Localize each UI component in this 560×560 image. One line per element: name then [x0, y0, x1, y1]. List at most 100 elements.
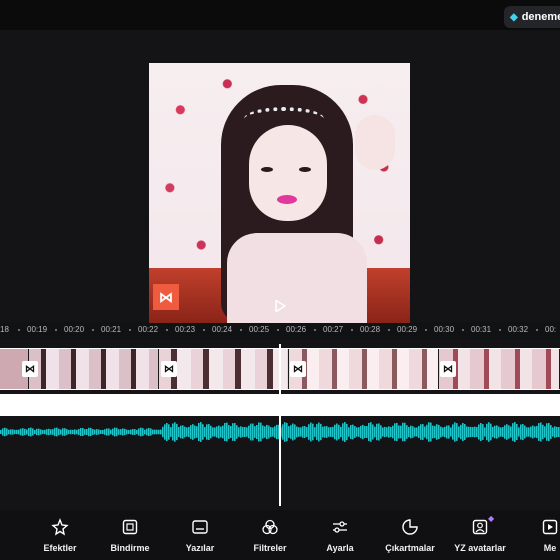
- play-button[interactable]: [270, 296, 290, 316]
- ruler-tick-dot: [462, 329, 464, 331]
- waveform-bar: [92, 429, 94, 435]
- waveform-bar: [204, 427, 206, 437]
- waveform-bar: [490, 423, 492, 441]
- effects-button[interactable]: Efektler: [28, 518, 92, 553]
- effects-star-icon: [51, 518, 69, 536]
- waveform-bar: [116, 427, 118, 437]
- media-button[interactable]: Me: [518, 518, 560, 553]
- stickers-button[interactable]: Çıkartmalar: [378, 518, 442, 553]
- waveform-bar: [174, 422, 176, 442]
- waveform-bar: [534, 426, 536, 438]
- waveform-bar: [164, 424, 166, 440]
- waveform-bar: [558, 426, 560, 438]
- waveform-bar: [404, 422, 406, 442]
- overlay-icon: [122, 519, 138, 535]
- waveform-bar: [218, 425, 220, 439]
- text-button[interactable]: Yazılar: [168, 518, 232, 553]
- waveform-bar: [10, 429, 12, 435]
- waveform-bar: [500, 427, 502, 437]
- ruler-tick-label: 00:32: [508, 325, 529, 334]
- waveform-bar: [66, 429, 68, 435]
- waveform-bar: [80, 428, 82, 436]
- waveform-bar: [246, 427, 248, 437]
- waveform-bar: [320, 423, 322, 441]
- transition-icon[interactable]: ⋈: [440, 361, 456, 377]
- video-preview[interactable]: ⋈: [149, 63, 410, 323]
- waveform-bar: [540, 422, 542, 442]
- waveform-bar: [226, 422, 228, 442]
- waveform-bar: [362, 424, 364, 440]
- trial-badge[interactable]: ◆ deneme: [504, 6, 560, 28]
- waveform-bar: [412, 426, 414, 438]
- waveform-bar: [550, 425, 552, 439]
- person-face: [249, 125, 327, 221]
- waveform-bar: [506, 424, 508, 440]
- waveform-bar: [454, 422, 456, 442]
- person-body: [227, 233, 367, 323]
- waveform-bar: [252, 423, 254, 441]
- waveform-bar: [184, 426, 186, 438]
- transition-icon[interactable]: ⋈: [161, 361, 177, 377]
- waveform-bar: [82, 427, 84, 437]
- ruler-tick-label: 00:25: [249, 325, 270, 334]
- waveform-bar: [68, 429, 70, 435]
- waveform-bar: [54, 427, 56, 437]
- waveform-bar: [512, 423, 514, 441]
- waveform-bar: [154, 429, 156, 435]
- waveform-bar: [198, 422, 200, 442]
- waveform-bar: [216, 426, 218, 438]
- video-clip[interactable]: [159, 349, 289, 389]
- time-ruler[interactable]: 18 00:19 00:20 00:21 00:22 00:23 00:24 00:25 00:…: [0, 322, 560, 338]
- waveform-bar: [52, 429, 54, 435]
- waveform-bar: [194, 425, 196, 439]
- waveform-bar: [434, 425, 436, 439]
- waveform-bar: [270, 427, 272, 437]
- waveform-bar: [304, 426, 306, 438]
- waveform-bar: [190, 425, 192, 439]
- waveform-bar: [524, 425, 526, 439]
- waveform-bar: [44, 429, 46, 435]
- waveform-bar: [552, 427, 554, 437]
- media-icon: [542, 519, 558, 535]
- video-clip[interactable]: [439, 349, 560, 389]
- left-eye: [261, 167, 273, 172]
- waveform-bar: [222, 425, 224, 439]
- waveform-bar: [258, 422, 260, 442]
- ai-avatar-icon: [472, 519, 488, 535]
- adjust-button[interactable]: Ayarla: [308, 518, 372, 553]
- transition-icon[interactable]: ⋈: [290, 361, 306, 377]
- waveform-bar: [352, 424, 354, 440]
- waveform-bar: [268, 425, 270, 439]
- transition-icon[interactable]: ⋈: [22, 361, 38, 377]
- ruler-tick-label: 00:29: [397, 325, 418, 334]
- ruler-tick-label: 00:21: [101, 325, 122, 334]
- ruler-tick-label: 00:22: [138, 325, 159, 334]
- video-clip[interactable]: [289, 349, 439, 389]
- waveform-bar: [332, 426, 334, 438]
- video-clip[interactable]: [29, 349, 159, 389]
- overlay-button[interactable]: Bindirme: [98, 518, 162, 553]
- waveform-bar: [340, 426, 342, 438]
- tool-label: Bindirme: [110, 543, 150, 553]
- waveform-bar: [34, 429, 36, 435]
- waveform-bar: [446, 425, 448, 439]
- ai-avatar-button[interactable]: ◆ YZ avatarlar: [448, 514, 512, 553]
- ruler-tick-dot: [314, 329, 316, 331]
- waveform-bar: [338, 424, 340, 440]
- waveform-bar: [182, 425, 184, 439]
- waveform-bar: [200, 422, 202, 442]
- ruler-tick-dot: [499, 329, 501, 331]
- waveform-bar: [468, 426, 470, 438]
- waveform-bar: [132, 429, 134, 435]
- waveform-bar: [346, 423, 348, 441]
- waveform-bar: [114, 427, 116, 437]
- playhead[interactable]: [279, 344, 281, 506]
- waveform-bar: [42, 429, 44, 435]
- waveform-bar: [146, 428, 148, 436]
- filters-button[interactable]: Filtreler: [238, 518, 302, 553]
- waveform-bar: [106, 428, 108, 436]
- waveform-bar: [138, 428, 140, 436]
- bottom-toolbar: Efektler Bindirme Yazılar Filtreler Ayar…: [0, 510, 560, 560]
- waveform-bar: [148, 427, 150, 437]
- waveform-bar: [50, 429, 52, 435]
